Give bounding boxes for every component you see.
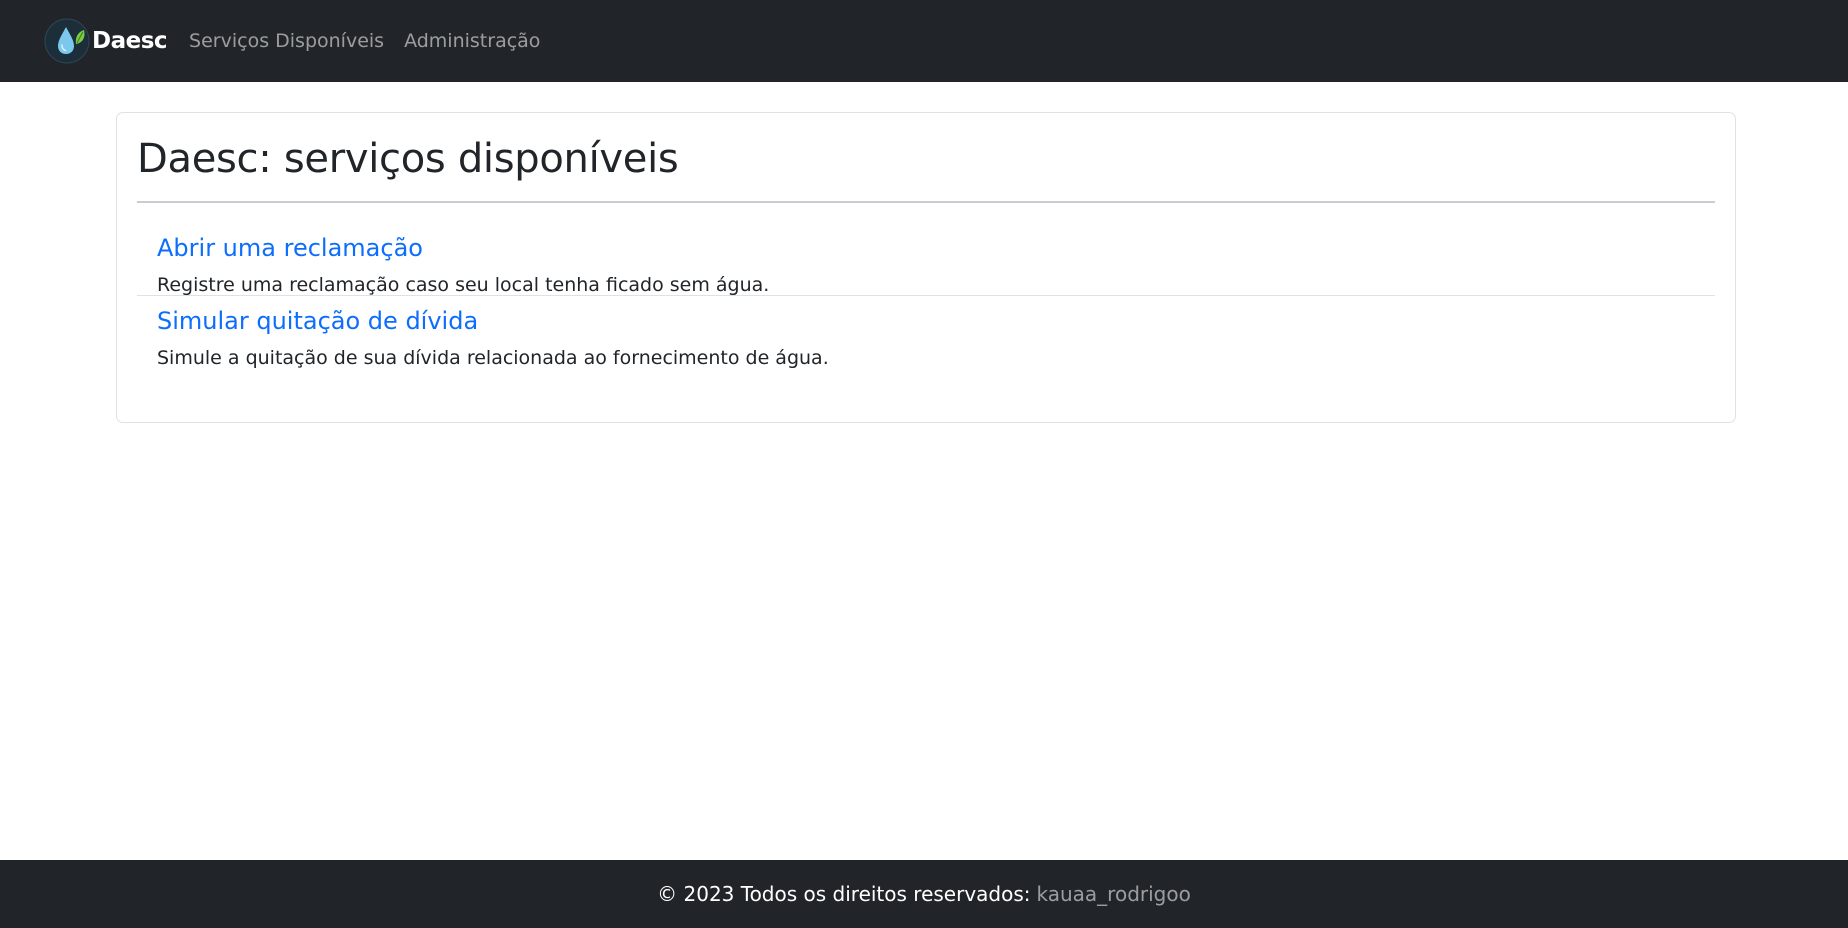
- service-link-abrir-reclamacao[interactable]: Abrir uma reclamação: [157, 203, 1695, 263]
- service-description: Simule a quitação de sua dívida relacion…: [157, 347, 829, 369]
- service-item-reclamacao: Abrir uma reclamação Registre uma reclam…: [137, 203, 1715, 296]
- brand-link[interactable]: Daesc: [44, 16, 168, 66]
- top-navbar: Daesc Serviços Disponíveis Administração: [0, 0, 1848, 82]
- page-title: Daesc: serviços disponíveis: [137, 136, 679, 182]
- nav-link-administracao[interactable]: Administração: [404, 30, 540, 52]
- service-description: Registre uma reclamação caso seu local t…: [157, 274, 770, 296]
- footer-author-link[interactable]: kauaa_rodrigoo: [1037, 882, 1191, 906]
- service-item-quitacao: Simular quitação de dívida Simule a quit…: [137, 296, 1715, 388]
- brand-name: Daesc: [92, 28, 168, 54]
- nav-link-servicos-disponiveis[interactable]: Serviços Disponíveis: [189, 30, 384, 52]
- water-drop-leaf-logo-icon: [44, 18, 90, 64]
- service-link-simular-quitacao[interactable]: Simular quitação de dívida: [157, 296, 1695, 336]
- footer-copyright-text: © 2023 Todos os direitos reservados:: [657, 882, 1031, 906]
- services-card: Daesc: serviços disponíveis Abrir uma re…: [116, 112, 1736, 423]
- page-footer: © 2023 Todos os direitos reservados: kau…: [0, 860, 1848, 928]
